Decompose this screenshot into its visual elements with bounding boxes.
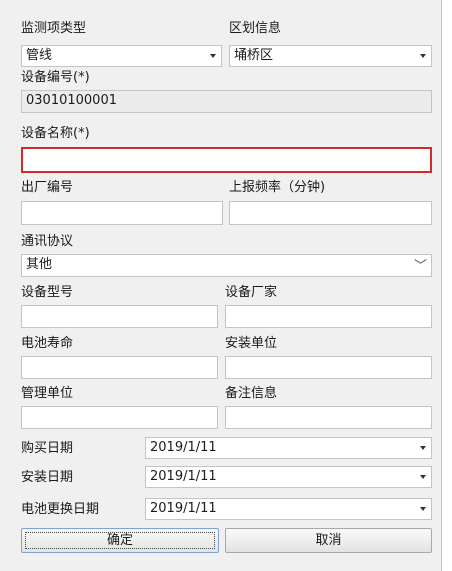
focus-rectangle bbox=[25, 532, 215, 549]
remark-field[interactable] bbox=[225, 406, 432, 429]
dropdown-arrow-icon bbox=[420, 54, 426, 58]
ok-button[interactable]: 确定 bbox=[21, 528, 219, 553]
factory-no-field[interactable] bbox=[21, 201, 223, 225]
manufacturer-label: 设备厂家 bbox=[225, 285, 278, 300]
protocol-label: 通讯协议 bbox=[21, 234, 74, 249]
dropdown-arrow-icon bbox=[420, 507, 426, 511]
device-form-panel: 监测项类型 管线 区划信息 埇桥区 设备编号(*) 03010100001 设备… bbox=[0, 0, 441, 571]
report-freq-label: 上报频率（分钟) bbox=[229, 180, 326, 195]
window-border bbox=[441, 0, 442, 571]
remark-label: 备注信息 bbox=[225, 386, 278, 401]
chevron-down-icon: ﹀ bbox=[413, 259, 427, 274]
battery-life-field[interactable] bbox=[21, 356, 218, 379]
protocol-select[interactable]: 其他 ﹀ bbox=[21, 254, 432, 277]
manage-unit-label: 管理单位 bbox=[21, 386, 74, 401]
battery-date-picker[interactable]: 2019/1/11 bbox=[145, 498, 432, 520]
device-no-field[interactable]: 03010100001 bbox=[21, 90, 432, 113]
protocol-value: 其他 bbox=[26, 257, 53, 272]
factory-no-label: 出厂编号 bbox=[21, 180, 74, 195]
monitor-type-value: 管线 bbox=[26, 48, 53, 63]
cancel-button-label: 取消 bbox=[315, 533, 342, 548]
install-date-value: 2019/1/11 bbox=[150, 469, 217, 484]
device-name-label: 设备名称(*) bbox=[21, 126, 90, 141]
install-unit-label: 安装单位 bbox=[225, 336, 278, 351]
report-freq-field[interactable] bbox=[229, 201, 432, 225]
device-name-field[interactable] bbox=[21, 147, 432, 173]
install-date-picker[interactable]: 2019/1/11 bbox=[145, 466, 432, 488]
region-select[interactable]: 埇桥区 bbox=[229, 45, 432, 67]
dropdown-arrow-icon bbox=[210, 54, 216, 58]
battery-date-value: 2019/1/11 bbox=[150, 501, 217, 516]
purchase-date-label: 购买日期 bbox=[21, 441, 74, 456]
device-no-label: 设备编号(*) bbox=[21, 70, 90, 85]
manufacturer-field[interactable] bbox=[225, 305, 432, 328]
region-label: 区划信息 bbox=[229, 21, 282, 36]
install-date-label: 安装日期 bbox=[21, 470, 74, 485]
purchase-date-value: 2019/1/11 bbox=[150, 440, 217, 455]
device-model-label: 设备型号 bbox=[21, 285, 74, 300]
device-model-field[interactable] bbox=[21, 305, 218, 328]
battery-life-label: 电池寿命 bbox=[21, 336, 74, 351]
dropdown-arrow-icon bbox=[420, 475, 426, 479]
install-unit-field[interactable] bbox=[225, 356, 432, 379]
monitor-type-label: 监测项类型 bbox=[21, 21, 87, 36]
purchase-date-picker[interactable]: 2019/1/11 bbox=[145, 437, 432, 459]
manage-unit-field[interactable] bbox=[21, 406, 218, 429]
cancel-button[interactable]: 取消 bbox=[225, 528, 432, 553]
monitor-type-select[interactable]: 管线 bbox=[21, 45, 222, 67]
dropdown-arrow-icon bbox=[420, 446, 426, 450]
region-value: 埇桥区 bbox=[234, 48, 274, 63]
battery-date-label: 电池更换日期 bbox=[21, 502, 100, 517]
